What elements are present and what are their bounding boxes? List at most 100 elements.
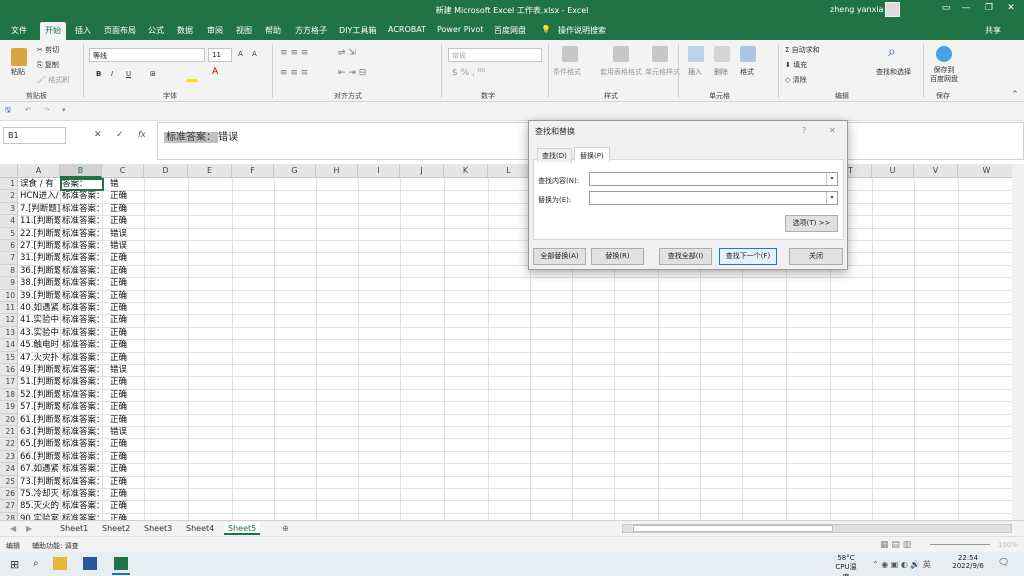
cell-a19[interactable]: 57.[判断题] xyxy=(20,401,60,413)
cell-a17[interactable]: 51.[判断题] xyxy=(20,376,60,388)
cell-b27[interactable]: 标准答案： xyxy=(62,500,110,512)
cell-c25[interactable]: 正确 xyxy=(110,476,140,488)
cell-c9[interactable]: 正确 xyxy=(110,277,140,289)
row-header[interactable]: 20 xyxy=(0,413,18,426)
cell-c11[interactable]: 正确 xyxy=(110,302,140,314)
sheet-tab-1[interactable]: Sheet1 xyxy=(56,522,92,535)
cell-a23[interactable]: 66.[判断题] xyxy=(20,451,60,463)
cell-c12[interactable]: 正确 xyxy=(110,314,140,326)
cell-c2[interactable]: 正确 xyxy=(110,190,140,202)
cell-c23[interactable]: 正确 xyxy=(110,451,140,463)
insert-function-icon[interactable]: fx xyxy=(138,130,146,139)
cell-c5[interactable]: 错误 xyxy=(110,228,140,240)
column-header-h[interactable]: H xyxy=(316,164,358,178)
row-header[interactable]: 10 xyxy=(0,289,18,302)
autosum-button[interactable]: Σ 自动求和 xyxy=(785,45,820,55)
cell-a3[interactable]: 7.[判断题] xyxy=(20,203,60,215)
cell-a13[interactable]: 43.实验中 xyxy=(20,327,60,339)
cell-a11[interactable]: 40.如遇紧 xyxy=(20,302,60,314)
undo-icon[interactable]: ↶ xyxy=(25,106,31,114)
cell-a22[interactable]: 65.[判断题] xyxy=(20,438,60,450)
column-header-l[interactable]: L xyxy=(488,164,530,178)
find-next-button[interactable]: 查找下一个(F) xyxy=(719,248,777,265)
search-taskbar-icon[interactable]: ⌕ xyxy=(33,558,39,569)
cell-b6[interactable]: 标准答案： xyxy=(62,240,110,252)
customize-icon[interactable]: ▾ xyxy=(62,106,66,114)
save-icon[interactable]: 🖫 xyxy=(5,106,11,117)
tab-file[interactable]: 文件 xyxy=(11,25,27,36)
column-header-a[interactable]: A xyxy=(18,164,60,178)
cell-b5[interactable]: 标准答案： xyxy=(62,228,110,240)
cell-a21[interactable]: 63.[判断题] xyxy=(20,426,60,438)
align-top-icon[interactable]: ≡ ≡ ≡ xyxy=(280,48,308,58)
cell-c18[interactable]: 正确 xyxy=(110,389,140,401)
cell-c10[interactable]: 正确 xyxy=(110,290,140,302)
column-header-g[interactable]: G xyxy=(274,164,316,178)
tab-baidu[interactable]: 百度网盘 xyxy=(494,25,526,36)
row-header[interactable]: 2 xyxy=(0,190,18,203)
tab-review[interactable]: 审阅 xyxy=(207,25,223,36)
cell-a18[interactable]: 52.[判断题] xyxy=(20,389,60,401)
tab-acrobat[interactable]: ACROBAT xyxy=(388,25,426,34)
maximize-button[interactable]: ❐ xyxy=(978,3,1000,13)
cell-b10[interactable]: 标准答案： xyxy=(62,290,110,302)
add-sheet-icon[interactable]: ⊕ xyxy=(278,522,293,535)
tab-data[interactable]: 数据 xyxy=(177,25,193,36)
fill-color-icon[interactable] xyxy=(186,79,198,82)
cell-c17[interactable]: 正确 xyxy=(110,376,140,388)
column-header-b[interactable]: B xyxy=(60,164,102,178)
cell-a2[interactable]: HCN进入/ xyxy=(20,190,60,202)
vertical-scrollbar[interactable] xyxy=(1012,164,1024,520)
row-header[interactable]: 15 xyxy=(0,351,18,364)
cell-a16[interactable]: 49.[判断题] xyxy=(20,364,60,376)
dialog-close-icon[interactable]: ✕ xyxy=(829,126,836,135)
cell-b23[interactable]: 标准答案： xyxy=(62,451,110,463)
horizontal-scroll-thumb[interactable] xyxy=(633,525,833,532)
tab-power-pivot[interactable]: Power Pivot xyxy=(437,25,483,34)
sheet-tab-5[interactable]: Sheet5 xyxy=(224,522,261,535)
row-header[interactable]: 3 xyxy=(0,202,18,216)
number-format-select[interactable]: 常规 xyxy=(448,48,542,62)
currency-icon[interactable]: $ % , ⁰⁰ xyxy=(452,68,485,78)
chevron-down-icon[interactable]: ▾ xyxy=(826,173,837,185)
cell-c7[interactable]: 正确 xyxy=(110,252,140,264)
cell-c19[interactable]: 正确 xyxy=(110,401,140,413)
row-header[interactable]: 25 xyxy=(0,475,18,488)
avatar[interactable] xyxy=(885,2,900,17)
cell-a24[interactable]: 67.如遇紧 xyxy=(20,463,60,475)
wrap-text-icon[interactable]: ⇌ ⇲ xyxy=(338,48,356,58)
cell-b8[interactable]: 标准答案： xyxy=(62,265,110,277)
find-all-button[interactable]: 查找全部(I) xyxy=(659,248,712,265)
column-header-j[interactable]: J xyxy=(400,164,444,178)
cell-c21[interactable]: 错误 xyxy=(110,426,140,438)
tab-help[interactable]: 帮助 xyxy=(265,25,281,36)
windows-start-icon[interactable]: ⊞ xyxy=(10,558,19,571)
help-button[interactable]: ? xyxy=(802,126,806,135)
row-header[interactable]: 27 xyxy=(0,500,18,513)
delete-cells-button[interactable]: 删除 xyxy=(714,67,728,77)
cell-c22[interactable]: 正确 xyxy=(110,438,140,450)
insert-cells-button[interactable]: 插入 xyxy=(688,67,702,77)
sheet-tab-3[interactable]: Sheet3 xyxy=(140,522,176,535)
tab-diy[interactable]: DIY工具箱 xyxy=(339,25,376,36)
column-header-i[interactable]: I xyxy=(358,164,400,178)
row-header[interactable]: 4 xyxy=(0,215,18,228)
cell-b17[interactable]: 标准答案： xyxy=(62,376,110,388)
row-header[interactable]: 13 xyxy=(0,326,18,340)
cell-c20[interactable]: 正确 xyxy=(110,414,140,426)
row-header[interactable]: 19 xyxy=(0,401,18,414)
excel-taskbar-icon[interactable] xyxy=(114,557,128,570)
cell-c1[interactable]: 错 xyxy=(110,178,140,190)
bold-button[interactable]: B xyxy=(96,70,101,78)
cell-b20[interactable]: 标准答案： xyxy=(62,414,110,426)
cut-button[interactable]: ✂ 剪切 xyxy=(37,45,59,55)
conditional-format-button[interactable]: 条件格式 xyxy=(553,67,581,77)
cell-b14[interactable]: 标准答案： xyxy=(62,339,110,351)
cell-b22[interactable]: 标准答案： xyxy=(62,438,110,450)
row-header[interactable]: 28 xyxy=(0,512,18,520)
fill-button[interactable]: ⬇ 填充 xyxy=(785,60,807,70)
share-button[interactable]: 共享 xyxy=(985,25,1001,36)
column-header-k[interactable]: K xyxy=(444,164,488,178)
cell-a9[interactable]: 38.[判断题] xyxy=(20,277,60,289)
underline-button[interactable]: U xyxy=(126,70,131,78)
